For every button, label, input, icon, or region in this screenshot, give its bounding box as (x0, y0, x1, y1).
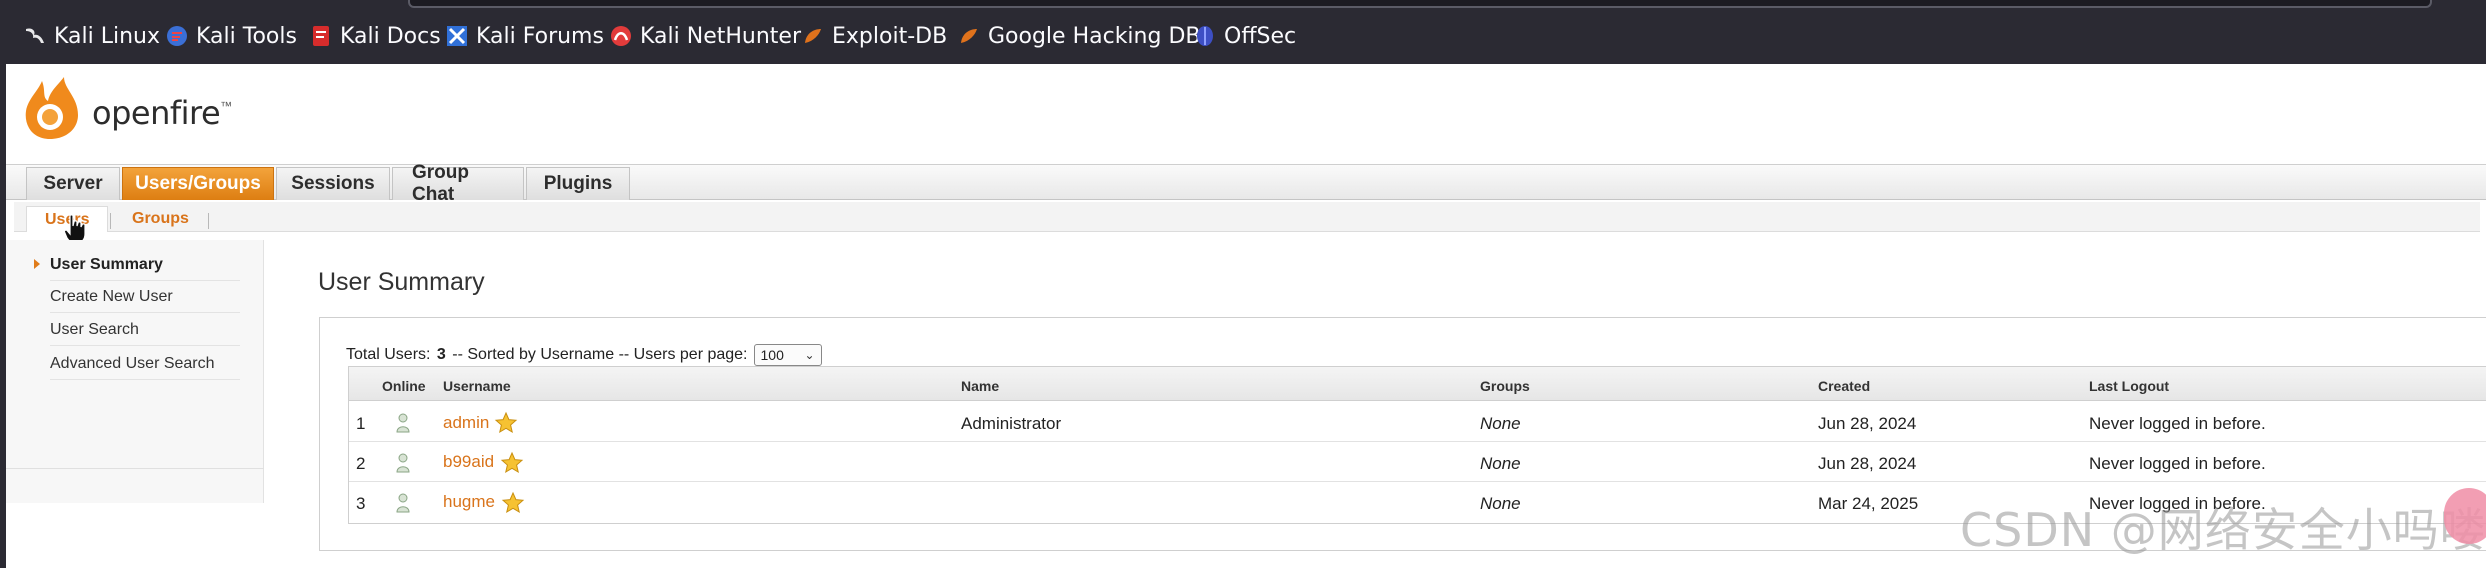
sidebar-item-label: Create New User (50, 287, 173, 305)
kali-tools-icon (166, 25, 188, 47)
chevron-down-icon: ⌄ (804, 348, 815, 362)
sub-tab-bar (14, 202, 2480, 232)
admin-star-icon (500, 451, 524, 475)
kali-dragon-icon (24, 25, 46, 47)
username-link[interactable]: hugme (443, 492, 495, 512)
sidebar-item-advanced-user-search[interactable]: Advanced User Search (50, 348, 240, 380)
total-users-label: Total Users: (346, 346, 431, 363)
bookmark-label: Kali Docs (340, 23, 441, 49)
username-link[interactable]: b99aid (443, 452, 494, 472)
tab-users-groups[interactable]: Users/Groups (122, 167, 274, 200)
subtab-separator (110, 213, 111, 229)
bookmark-label: Exploit-DB (832, 23, 948, 49)
user-created: Jun 28, 2024 (1818, 414, 1917, 433)
sidebar-item-label: User Summary (50, 255, 163, 273)
bookmark-label: OffSec (1224, 23, 1297, 49)
bookmark-kali-linux[interactable]: Kali Linux (24, 22, 160, 50)
tab-sessions[interactable]: Sessions (276, 167, 390, 200)
logo-trademark: ™ (220, 99, 233, 113)
exploit-db-icon (802, 25, 824, 47)
sidebar-item-user-summary[interactable]: User Summary (50, 249, 240, 281)
subtab-groups[interactable]: Groups (114, 206, 207, 232)
subtab-separator (208, 213, 209, 229)
admin-star-icon (501, 491, 525, 515)
sort-info-text: -- Sorted by Username -- Users per page: (452, 346, 748, 363)
page-title: User Summary (318, 268, 485, 296)
watermark-badge-icon (2444, 488, 2486, 544)
active-arrow-icon (34, 259, 40, 269)
row-index: 2 (356, 454, 366, 473)
user-created: Jun 28, 2024 (1818, 454, 1917, 473)
sidebar-item-label: User Search (50, 320, 139, 338)
user-name: Administrator (961, 414, 1062, 433)
user-groups: None (1480, 494, 1521, 513)
bookmark-kali-docs[interactable]: Kali Docs (310, 22, 441, 50)
kali-forums-icon (446, 25, 468, 47)
offline-user-icon (395, 493, 411, 513)
openfire-flame-icon (20, 75, 82, 141)
sidebar-item-create-new-user[interactable]: Create New User (50, 281, 240, 313)
bookmark-label: Google Hacking DB (988, 23, 1201, 49)
column-header-created[interactable]: Created (1818, 378, 1870, 394)
summary-info-line: Total Users: 3 -- Sorted by Username -- … (346, 344, 822, 366)
username-link[interactable]: admin (443, 413, 489, 433)
tab-label: Group Chat (412, 162, 469, 205)
bookmark-label: Kali Tools (196, 23, 297, 49)
user-groups: None (1480, 454, 1521, 473)
bookmark-offsec[interactable]: OffSec (1194, 22, 1296, 50)
ghdb-icon (958, 25, 980, 47)
kali-docs-icon (310, 25, 332, 47)
tab-plugins[interactable]: Plugins (526, 167, 630, 200)
bookmark-label: Kali NetHunter (640, 23, 801, 49)
tab-label: Server (43, 173, 103, 194)
column-header-groups: Groups (1480, 378, 1530, 394)
logo-wordmark: openfire (92, 94, 221, 132)
bookmark-label: Kali Forums (476, 23, 604, 49)
tab-server[interactable]: Server (26, 167, 120, 200)
bookmark-exploit-db[interactable]: Exploit-DB (802, 22, 947, 50)
offsec-icon (1194, 25, 1216, 47)
bookmark-label: Kali Linux (54, 23, 161, 49)
row-index: 1 (356, 414, 366, 433)
offline-user-icon (395, 453, 411, 473)
bookmarks-toolbar: Kali Linux Kali Tools Kali Docs Kali For… (0, 0, 2486, 64)
user-created: Mar 24, 2025 (1818, 494, 1919, 513)
openfire-logo[interactable]: openfire ™ (20, 74, 232, 142)
csdn-watermark: CSDN @网络安全小吗喽 (1960, 503, 2486, 557)
tab-label: Sessions (291, 173, 375, 194)
column-header-last-logout[interactable]: Last Logout (2089, 378, 2169, 394)
url-bar-edge[interactable] (408, 0, 2432, 8)
column-header-online: Online (382, 378, 426, 394)
user-last-logout: Never logged in before. (2089, 454, 2266, 473)
bookmark-kali-forums[interactable]: Kali Forums (446, 22, 604, 50)
tab-group-chat[interactable]: Group Chat (392, 162, 524, 205)
column-header-username[interactable]: Username (443, 378, 511, 394)
total-users-count: 3 (436, 346, 446, 363)
subtab-label: Groups (132, 210, 189, 227)
column-header-name[interactable]: Name (961, 378, 999, 394)
bookmark-kali-nethunter[interactable]: Kali NetHunter (610, 22, 801, 50)
row-index: 3 (356, 494, 366, 513)
sidebar-item-label: Advanced User Search (50, 354, 215, 372)
admin-star-icon (494, 411, 518, 435)
tab-label: Users/Groups (135, 173, 261, 194)
sidebar-divider (6, 468, 264, 469)
per-page-value: 100 (760, 347, 784, 363)
tab-label: Plugins (543, 173, 613, 194)
user-groups: None (1480, 414, 1521, 433)
bookmark-kali-tools[interactable]: Kali Tools (166, 22, 297, 50)
sidebar-item-user-search[interactable]: User Search (50, 314, 240, 346)
user-last-logout: Never logged in before. (2089, 414, 2266, 433)
bookmark-google-hacking-db[interactable]: Google Hacking DB (958, 22, 1200, 50)
users-per-page-select[interactable]: 100 ⌄ (753, 344, 822, 366)
nethunter-icon (610, 25, 632, 47)
offline-user-icon (395, 413, 411, 433)
